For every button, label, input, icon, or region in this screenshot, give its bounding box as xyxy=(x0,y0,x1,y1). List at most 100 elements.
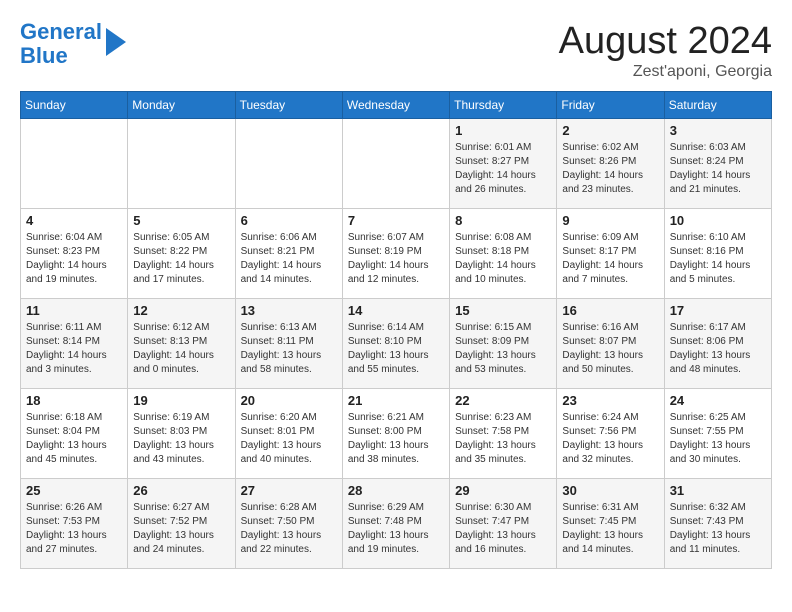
day-cell: 2 Sunrise: 6:02 AM Sunset: 8:26 PM Daylig… xyxy=(557,119,664,209)
page-header: General Blue August 2024 Zest'aponi, Geo… xyxy=(20,20,772,81)
day-cell: 6 Sunrise: 6:06 AM Sunset: 8:21 PM Daylig… xyxy=(235,209,342,299)
logo-arrow-icon xyxy=(106,28,126,56)
day-info: Sunrise: 6:05 AM Sunset: 8:22 PM Dayligh… xyxy=(133,231,229,287)
day-cell: 18 Sunrise: 6:18 AM Sunset: 8:04 PM Dayli… xyxy=(21,389,128,479)
day-number: 30 xyxy=(562,483,658,498)
day-number: 12 xyxy=(133,303,229,318)
day-cell: 27 Sunrise: 6:28 AM Sunset: 7:50 PM Dayli… xyxy=(235,479,342,569)
day-cell: 31Sunrise: 6:32 AM Sunset: 7:43 PM Dayli… xyxy=(664,479,771,569)
day-info: Sunrise: 6:20 AM Sunset: 8:01 PM Dayligh… xyxy=(241,411,337,467)
day-cell: 3 Sunrise: 6:03 AM Sunset: 8:24 PM Daylig… xyxy=(664,119,771,209)
day-info: Sunrise: 6:14 AM Sunset: 8:10 PM Dayligh… xyxy=(348,321,444,377)
weekday-header-wednesday: Wednesday xyxy=(342,92,449,119)
day-info: Sunrise: 6:17 AM Sunset: 8:06 PM Dayligh… xyxy=(670,321,766,377)
week-row-1: 1 Sunrise: 6:01 AM Sunset: 8:27 PM Daylig… xyxy=(21,119,772,209)
day-info: Sunrise: 6:26 AM Sunset: 7:53 PM Dayligh… xyxy=(26,501,122,557)
logo-blue: Blue xyxy=(20,43,68,68)
day-number: 31 xyxy=(670,483,766,498)
weekday-header-row: SundayMondayTuesdayWednesdayThursdayFrid… xyxy=(21,92,772,119)
day-cell: 29 Sunrise: 6:30 AM Sunset: 7:47 PM Dayli… xyxy=(450,479,557,569)
calendar-table: SundayMondayTuesdayWednesdayThursdayFrid… xyxy=(20,91,772,569)
day-number: 26 xyxy=(133,483,229,498)
weekday-header-tuesday: Tuesday xyxy=(235,92,342,119)
day-number: 8 xyxy=(455,213,551,228)
day-cell: 25 Sunrise: 6:26 AM Sunset: 7:53 PM Dayli… xyxy=(21,479,128,569)
day-number: 9 xyxy=(562,213,658,228)
day-info: Sunrise: 6:09 AM Sunset: 8:17 PM Dayligh… xyxy=(562,231,658,287)
day-number: 17 xyxy=(670,303,766,318)
day-cell xyxy=(235,119,342,209)
day-info: Sunrise: 6:16 AM Sunset: 8:07 PM Dayligh… xyxy=(562,321,658,377)
month-title: August 2024 xyxy=(559,20,772,63)
week-row-3: 11Sunrise: 6:11 AM Sunset: 8:14 PM Dayli… xyxy=(21,299,772,389)
day-cell: 5Sunrise: 6:05 AM Sunset: 8:22 PM Daylig… xyxy=(128,209,235,299)
day-info: Sunrise: 6:02 AM Sunset: 8:26 PM Dayligh… xyxy=(562,141,658,197)
day-info: Sunrise: 6:29 AM Sunset: 7:48 PM Dayligh… xyxy=(348,501,444,557)
day-number: 24 xyxy=(670,393,766,408)
day-info: Sunrise: 6:13 AM Sunset: 8:11 PM Dayligh… xyxy=(241,321,337,377)
day-cell: 24 Sunrise: 6:25 AM Sunset: 7:55 PM Dayli… xyxy=(664,389,771,479)
day-number: 28 xyxy=(348,483,444,498)
weekday-header-saturday: Saturday xyxy=(664,92,771,119)
day-info: Sunrise: 6:06 AM Sunset: 8:21 PM Dayligh… xyxy=(241,231,337,287)
day-cell: 21Sunrise: 6:21 AM Sunset: 8:00 PM Dayli… xyxy=(342,389,449,479)
day-info: Sunrise: 6:30 AM Sunset: 7:47 PM Dayligh… xyxy=(455,501,551,557)
day-info: Sunrise: 6:25 AM Sunset: 7:55 PM Dayligh… xyxy=(670,411,766,467)
day-info: Sunrise: 6:23 AM Sunset: 7:58 PM Dayligh… xyxy=(455,411,551,467)
day-cell: 1 Sunrise: 6:01 AM Sunset: 8:27 PM Daylig… xyxy=(450,119,557,209)
day-info: Sunrise: 6:12 AM Sunset: 8:13 PM Dayligh… xyxy=(133,321,229,377)
day-number: 6 xyxy=(241,213,337,228)
day-number: 1 xyxy=(455,123,551,138)
day-cell: 17 Sunrise: 6:17 AM Sunset: 8:06 PM Dayli… xyxy=(664,299,771,389)
day-number: 18 xyxy=(26,393,122,408)
day-number: 22 xyxy=(455,393,551,408)
day-cell: 22 Sunrise: 6:23 AM Sunset: 7:58 PM Dayli… xyxy=(450,389,557,479)
day-cell xyxy=(342,119,449,209)
weekday-header-sunday: Sunday xyxy=(21,92,128,119)
week-row-5: 25 Sunrise: 6:26 AM Sunset: 7:53 PM Dayli… xyxy=(21,479,772,569)
day-number: 15 xyxy=(455,303,551,318)
day-cell: 23Sunrise: 6:24 AM Sunset: 7:56 PM Dayli… xyxy=(557,389,664,479)
day-cell: 20Sunrise: 6:20 AM Sunset: 8:01 PM Dayli… xyxy=(235,389,342,479)
logo-general: General xyxy=(20,19,102,44)
day-info: Sunrise: 6:04 AM Sunset: 8:23 PM Dayligh… xyxy=(26,231,122,287)
day-number: 2 xyxy=(562,123,658,138)
day-info: Sunrise: 6:24 AM Sunset: 7:56 PM Dayligh… xyxy=(562,411,658,467)
day-number: 25 xyxy=(26,483,122,498)
day-info: Sunrise: 6:03 AM Sunset: 8:24 PM Dayligh… xyxy=(670,141,766,197)
day-number: 4 xyxy=(26,213,122,228)
day-info: Sunrise: 6:27 AM Sunset: 7:52 PM Dayligh… xyxy=(133,501,229,557)
day-info: Sunrise: 6:07 AM Sunset: 8:19 PM Dayligh… xyxy=(348,231,444,287)
day-info: Sunrise: 6:08 AM Sunset: 8:18 PM Dayligh… xyxy=(455,231,551,287)
day-cell: 10 Sunrise: 6:10 AM Sunset: 8:16 PM Dayli… xyxy=(664,209,771,299)
day-cell: 19Sunrise: 6:19 AM Sunset: 8:03 PM Dayli… xyxy=(128,389,235,479)
weekday-header-thursday: Thursday xyxy=(450,92,557,119)
title-block: August 2024 Zest'aponi, Georgia xyxy=(559,20,772,81)
day-number: 14 xyxy=(348,303,444,318)
day-cell: 16 Sunrise: 6:16 AM Sunset: 8:07 PM Dayli… xyxy=(557,299,664,389)
day-cell: 4 Sunrise: 6:04 AM Sunset: 8:23 PM Daylig… xyxy=(21,209,128,299)
day-number: 16 xyxy=(562,303,658,318)
week-row-4: 18 Sunrise: 6:18 AM Sunset: 8:04 PM Dayli… xyxy=(21,389,772,479)
day-info: Sunrise: 6:21 AM Sunset: 8:00 PM Dayligh… xyxy=(348,411,444,467)
day-number: 7 xyxy=(348,213,444,228)
weekday-header-monday: Monday xyxy=(128,92,235,119)
day-cell xyxy=(128,119,235,209)
day-cell: 8 Sunrise: 6:08 AM Sunset: 8:18 PM Daylig… xyxy=(450,209,557,299)
day-info: Sunrise: 6:15 AM Sunset: 8:09 PM Dayligh… xyxy=(455,321,551,377)
day-number: 29 xyxy=(455,483,551,498)
day-info: Sunrise: 6:01 AM Sunset: 8:27 PM Dayligh… xyxy=(455,141,551,197)
day-number: 3 xyxy=(670,123,766,138)
day-info: Sunrise: 6:18 AM Sunset: 8:04 PM Dayligh… xyxy=(26,411,122,467)
weekday-header-friday: Friday xyxy=(557,92,664,119)
day-number: 10 xyxy=(670,213,766,228)
day-cell: 26 Sunrise: 6:27 AM Sunset: 7:52 PM Dayli… xyxy=(128,479,235,569)
day-info: Sunrise: 6:19 AM Sunset: 8:03 PM Dayligh… xyxy=(133,411,229,467)
day-number: 11 xyxy=(26,303,122,318)
day-info: Sunrise: 6:10 AM Sunset: 8:16 PM Dayligh… xyxy=(670,231,766,287)
day-cell: 7 Sunrise: 6:07 AM Sunset: 8:19 PM Daylig… xyxy=(342,209,449,299)
day-info: Sunrise: 6:28 AM Sunset: 7:50 PM Dayligh… xyxy=(241,501,337,557)
day-number: 27 xyxy=(241,483,337,498)
logo: General Blue xyxy=(20,20,126,68)
day-cell: 12 Sunrise: 6:12 AM Sunset: 8:13 PM Dayli… xyxy=(128,299,235,389)
